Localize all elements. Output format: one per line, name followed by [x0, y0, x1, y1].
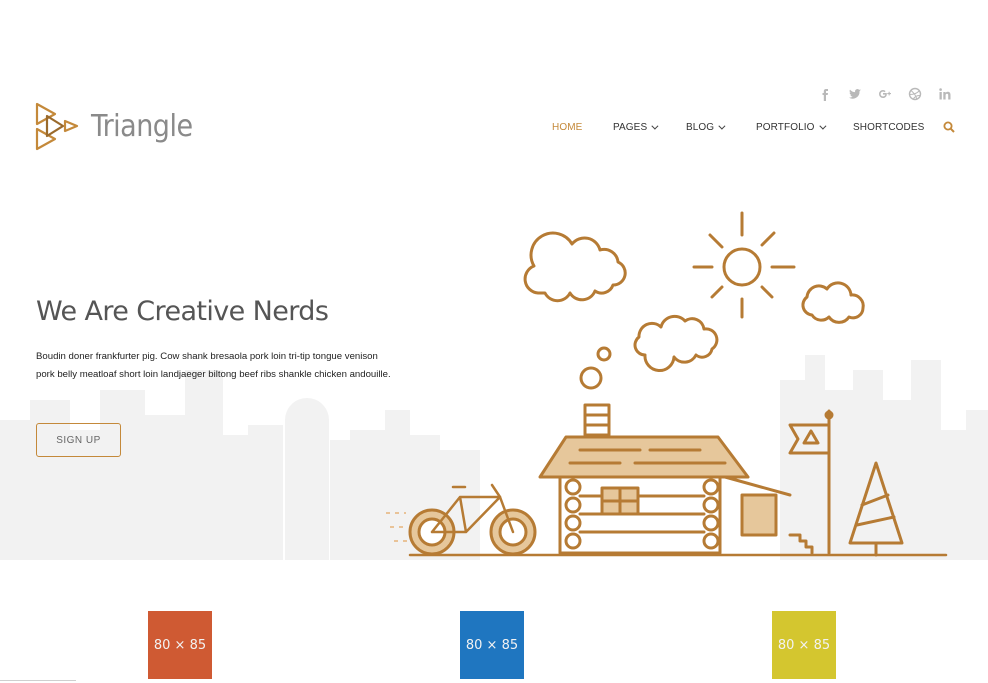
twitter-icon[interactable]	[840, 86, 870, 102]
nav-item-label: PAGES	[613, 121, 648, 133]
facebook-icon[interactable]	[810, 86, 840, 102]
nav-item-label: HOME	[552, 121, 583, 133]
nav-item-label: SHORTCODES	[853, 121, 925, 133]
service-image-placeholder: 80 × 85	[148, 611, 212, 679]
service-image-placeholder: 80 × 85	[460, 611, 524, 679]
nav-item-pages[interactable]: PAGES	[613, 122, 686, 133]
placeholder-label: 80 × 85	[777, 637, 831, 653]
chevron-down-icon	[818, 122, 826, 130]
linkedin-icon[interactable]	[930, 86, 960, 102]
service-image-placeholder: 80 × 85	[772, 611, 836, 679]
nav-item-label: PORTFOLIO	[756, 121, 815, 133]
cabin-illustration	[386, 211, 948, 557]
placeholder-label: 80 × 85	[153, 637, 207, 653]
sign-up-button[interactable]: SIGN UP	[36, 423, 121, 457]
nav-item-blog[interactable]: BLOG	[686, 122, 756, 133]
social-links	[810, 86, 960, 102]
placeholder-label: 80 × 85	[465, 637, 519, 653]
brand-logo[interactable]: Triangle	[35, 102, 193, 152]
dribbble-icon[interactable]	[900, 86, 930, 102]
nav-item-shortcodes[interactable]: SHORTCODES	[853, 122, 943, 133]
nav-item-portfolio[interactable]: PORTFOLIO	[756, 122, 853, 133]
nav-item-label: BLOG	[686, 121, 715, 133]
brand-name: Triangle	[91, 109, 193, 144]
chevron-down-icon	[651, 122, 659, 130]
google-plus-icon[interactable]	[870, 86, 900, 102]
hero-text: Boudin doner frankfurter pig. Cow shank …	[36, 351, 391, 380]
chevron-down-icon	[718, 122, 726, 130]
nav-item-home[interactable]: HOME	[552, 122, 613, 133]
triangle-logo-icon	[35, 102, 79, 151]
search-icon[interactable]	[943, 121, 955, 133]
hero-title: We Are Creative Nerds	[36, 296, 329, 327]
divider	[0, 680, 76, 681]
main-nav: HOME PAGES BLOG PORTFOLIO SHORTCODES	[552, 120, 955, 134]
